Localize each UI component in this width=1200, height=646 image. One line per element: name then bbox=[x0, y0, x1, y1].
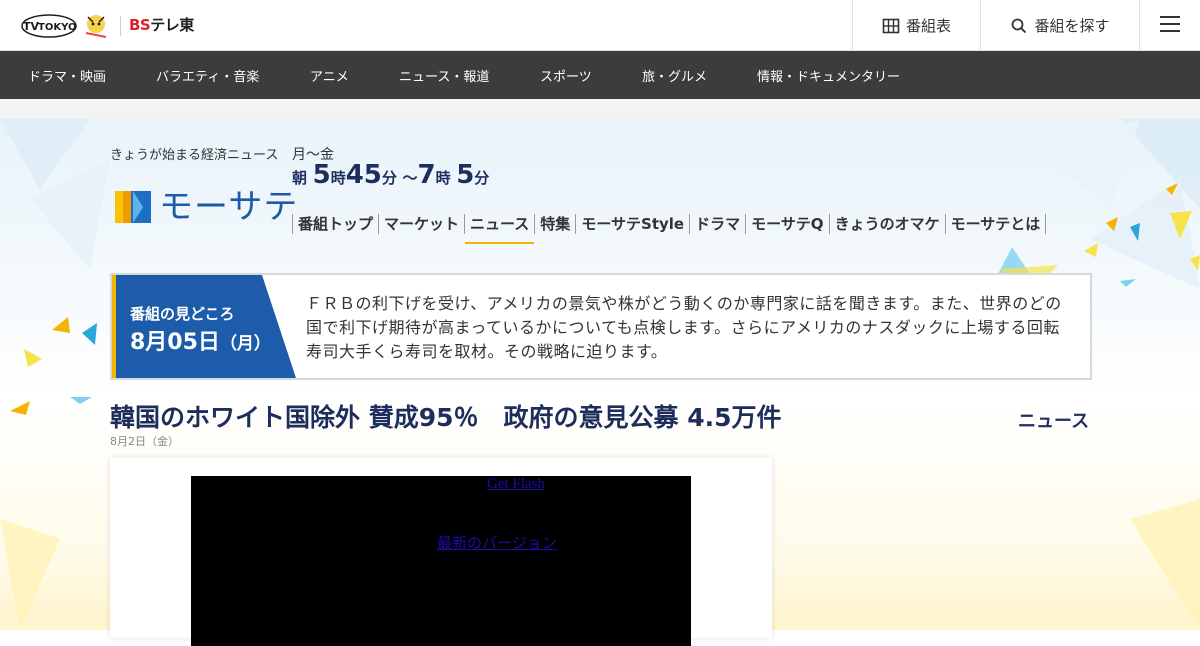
top-header: TV TOKYO BSテレ東 番組表 番組を探す bbox=[0, 0, 1200, 51]
nav-market[interactable]: マーケット bbox=[378, 214, 464, 234]
article-date: 8月2日（金） bbox=[110, 435, 179, 448]
article-title: 韓国のホワイト国除外 賛成95％ 政府の意見公募 4.5万件 bbox=[110, 403, 782, 432]
mascot-icon bbox=[80, 11, 112, 41]
search-button[interactable]: 番組を探す bbox=[980, 0, 1139, 51]
end-min: 5 bbox=[456, 160, 475, 190]
genre-drama[interactable]: ドラマ・映画 bbox=[28, 66, 106, 85]
spacer-strip bbox=[0, 99, 1200, 119]
nav-about[interactable]: モーサテとは bbox=[944, 214, 1047, 234]
genre-sports[interactable]: スポーツ bbox=[540, 66, 592, 85]
nav-quiz[interactable]: モーサテQ bbox=[745, 214, 828, 234]
genre-info[interactable]: 情報・ドキュメンタリー bbox=[757, 66, 900, 85]
time-prefix: 朝 bbox=[292, 169, 308, 187]
video-card: Get Flash 最新のバージョン bbox=[110, 458, 772, 646]
mosate-logo-mark-icon bbox=[115, 189, 151, 225]
grid-icon bbox=[882, 17, 900, 35]
nav-feature[interactable]: 特集 bbox=[534, 214, 575, 234]
search-label: 番組を探す bbox=[1034, 17, 1110, 35]
get-flash-link[interactable]: Get Flash bbox=[487, 476, 545, 493]
highlight-text: ＦＲＢの利下げを受け、アメリカの景気や株がどう動くのか専門家に話を聞きます。また… bbox=[306, 294, 1062, 361]
genre-nav: ドラマ・映画 バラエティ・音楽 アニメ ニュース・報道 スポーツ 旅・グルメ 情… bbox=[0, 51, 1200, 99]
nav-news[interactable]: ニュース bbox=[464, 214, 535, 244]
nav-drama[interactable]: ドラマ bbox=[689, 214, 745, 234]
start-min: 45 bbox=[345, 160, 382, 190]
latest-version-link[interactable]: 最新のバージョン bbox=[437, 532, 557, 553]
bs-teletou-logo[interactable]: BSテレ東 bbox=[129, 14, 194, 35]
hamburger-icon bbox=[1159, 15, 1181, 37]
min-unit: 分 bbox=[381, 169, 397, 187]
highlight-date-num: 8月05日 bbox=[130, 330, 220, 355]
video-player[interactable]: Get Flash 最新のバージョン bbox=[191, 476, 691, 646]
tvtokyo-wordmark: TV TOKYO bbox=[20, 13, 78, 39]
article-category: ニュース bbox=[1018, 411, 1090, 432]
hour-unit: 時 bbox=[330, 169, 346, 187]
highlight-label: 番組の見どころ 8月05日（月） bbox=[112, 275, 296, 378]
svg-text:TOKYO: TOKYO bbox=[38, 22, 76, 33]
program-time: 朝 5時45分 ～7時 5分 bbox=[292, 160, 489, 190]
bangumi-label: 番組表 bbox=[905, 17, 951, 35]
start-hour: 5 bbox=[312, 160, 331, 190]
program-nav: 番組トップ マーケット ニュース 特集 モーサテStyle ドラマ モーサテQ … bbox=[292, 214, 1047, 244]
tvtokyo-logo[interactable]: TV TOKYO bbox=[20, 11, 112, 41]
genre-travel[interactable]: 旅・グルメ bbox=[642, 66, 707, 85]
program-highlight: 番組の見どころ 8月05日（月） ＦＲＢの利下げを受け、アメリカの景気や株がどう… bbox=[110, 273, 1092, 380]
nav-omake[interactable]: きょうのオマケ bbox=[828, 214, 945, 234]
mosate-logo[interactable]: モーサテ bbox=[115, 189, 298, 225]
genre-variety[interactable]: バラエティ・音楽 bbox=[156, 66, 259, 85]
logo-divider bbox=[120, 16, 121, 36]
highlight-heading: 番組の見どころ bbox=[130, 305, 235, 323]
program-tagline: きょうが始まる経済ニュース bbox=[110, 148, 279, 163]
bs-logo-rest: テレ東 bbox=[150, 16, 194, 34]
highlight-date-day: （月） bbox=[219, 334, 271, 354]
search-icon bbox=[1010, 17, 1028, 35]
hour-unit-2: 時 bbox=[435, 169, 451, 187]
highlight-date: 8月05日（月） bbox=[130, 324, 271, 356]
end-hour: 7 bbox=[417, 160, 436, 190]
bangumi-button[interactable]: 番組表 bbox=[852, 0, 980, 51]
time-separator: ～ bbox=[402, 169, 418, 187]
genre-news[interactable]: ニュース・報道 bbox=[399, 66, 489, 85]
nav-style[interactable]: モーサテStyle bbox=[575, 214, 689, 234]
menu-button[interactable] bbox=[1139, 0, 1200, 51]
genre-anime[interactable]: アニメ bbox=[310, 66, 349, 85]
nav-top[interactable]: 番組トップ bbox=[292, 214, 378, 234]
bs-logo-bs: BS bbox=[129, 16, 151, 34]
min-unit-2: 分 bbox=[474, 169, 490, 187]
mosate-logo-text: モーサテ bbox=[159, 187, 299, 227]
